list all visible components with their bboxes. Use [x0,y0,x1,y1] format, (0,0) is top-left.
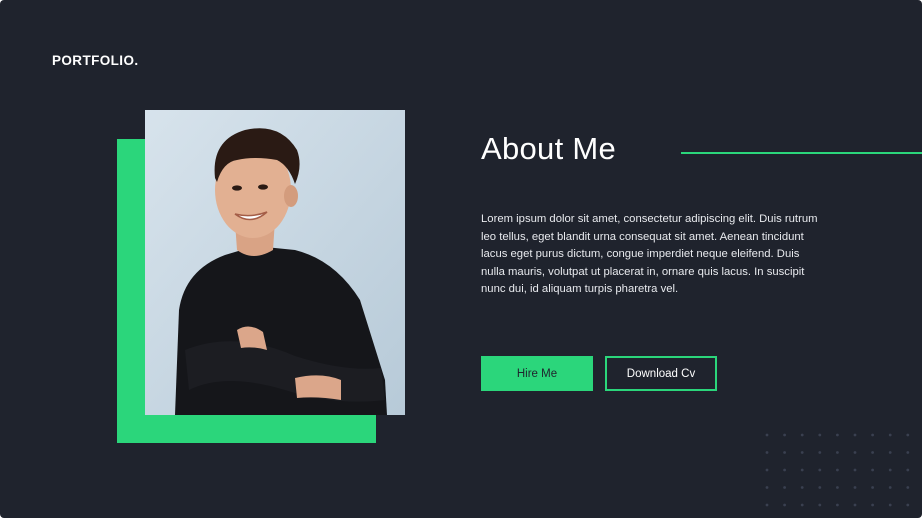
decoration-dot [836,468,839,472]
decoration-dot [888,433,892,437]
about-heading: About Me [481,131,617,166]
dot-grid-decoration [765,433,910,507]
heading-divider [681,152,922,154]
decoration-dot [853,433,857,437]
decoration-dot [818,468,822,472]
decoration-dot [818,486,822,489]
decoration-dot [836,451,839,454]
decoration-dot [800,433,804,437]
decoration-dot [906,503,910,507]
decoration-dot [765,468,769,472]
decoration-dot [888,486,892,489]
decoration-dot [853,503,857,507]
decoration-dot [906,451,910,454]
decoration-dot [818,503,822,507]
download-cv-button[interactable]: Download Cv [605,356,717,391]
decoration-dot [818,433,822,437]
decoration-dot [800,468,804,472]
hire-me-button[interactable]: Hire Me [481,356,593,391]
decoration-dot [765,451,769,454]
decoration-dot [871,486,874,489]
decoration-dot [818,451,822,454]
profile-photo [145,110,405,415]
decoration-dot [853,468,857,472]
portfolio-frame: PORTFOLIO. About Me Lorem ipsum dolor si… [0,0,922,518]
about-paragraph: Lorem ipsum dolor sit amet, consectetur … [481,213,818,295]
decoration-dot [836,503,839,507]
decoration-dot [783,486,786,489]
decoration-dot [783,433,786,437]
decoration-dot [888,451,892,454]
decoration-dot [906,468,910,472]
decoration-dot [871,451,874,454]
decoration-dot [871,503,874,507]
decoration-dot [783,503,786,507]
decoration-dot [836,486,839,489]
decoration-dot [871,468,874,472]
decoration-dot [800,451,804,454]
decoration-dot [871,433,874,437]
decoration-dot [783,468,786,472]
decoration-dot [836,433,839,437]
site-logo[interactable]: PORTFOLIO. [52,53,139,68]
decoration-dot [853,486,857,489]
decoration-dot [765,486,769,489]
decoration-dot [783,451,786,454]
decoration-dot [906,433,910,437]
decoration-dot [800,503,804,507]
decoration-dot [853,451,857,454]
decoration-dot [765,433,769,437]
decoration-dot [888,503,892,507]
decoration-dot [888,468,892,472]
decoration-dot [906,486,910,489]
decoration-dot [800,486,804,489]
decoration-dot [765,503,769,507]
